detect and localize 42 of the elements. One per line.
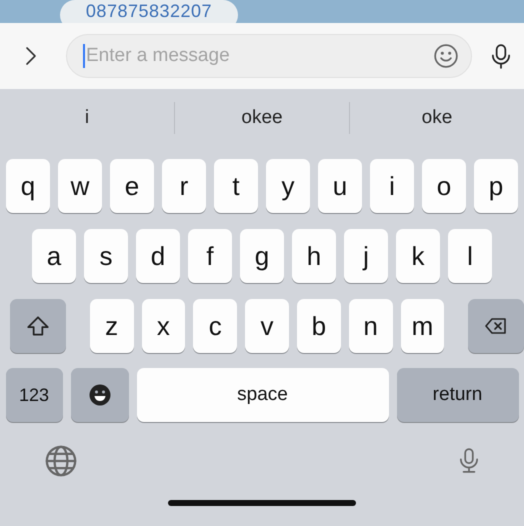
emoji-face-icon (86, 383, 112, 407)
letter-key[interactable]: g (240, 229, 284, 283)
letter-key[interactable]: t (214, 159, 258, 213)
globe-icon[interactable] (44, 444, 78, 478)
letter-key[interactable]: p (474, 159, 518, 213)
return-key[interactable]: return (396, 368, 518, 422)
message-field[interactable]: Enter a message (66, 34, 472, 78)
space-key[interactable]: space (136, 368, 388, 422)
letter-key[interactable]: h (292, 229, 336, 283)
letter-key[interactable]: o (422, 159, 466, 213)
smiley-icon[interactable] (433, 43, 459, 69)
shift-key[interactable] (10, 299, 66, 353)
suggestion[interactable]: okee (175, 101, 349, 135)
phone-number-link[interactable]: 087875832207 (86, 0, 212, 22)
letter-key[interactable]: m (400, 299, 444, 353)
letter-key[interactable]: l (448, 229, 492, 283)
message-input[interactable]: Enter a message (83, 44, 433, 68)
letter-key[interactable]: i (370, 159, 414, 213)
letter-key[interactable]: u (318, 159, 362, 213)
emoji-key[interactable] (70, 368, 128, 422)
letter-key[interactable]: v (245, 299, 289, 353)
letter-key[interactable]: z (90, 299, 134, 353)
letter-key[interactable]: a (32, 229, 76, 283)
letter-key[interactable]: k (396, 229, 440, 283)
letter-key[interactable]: e (110, 159, 154, 213)
letter-key[interactable]: b (296, 299, 341, 353)
letter-key[interactable]: r (162, 159, 206, 213)
suggestion[interactable]: i (0, 101, 174, 135)
letter-key[interactable]: f (188, 229, 232, 283)
letter-key[interactable]: w (58, 159, 102, 213)
shift-arrow-icon (24, 314, 51, 338)
suggestion[interactable]: oke (350, 101, 524, 135)
letter-key[interactable]: q (6, 159, 50, 213)
letter-key[interactable]: s (84, 229, 128, 283)
numbers-key[interactable]: 123 (6, 368, 62, 422)
letter-key[interactable]: j (344, 229, 388, 283)
letter-key[interactable]: y (266, 159, 310, 213)
backspace-key[interactable] (468, 299, 524, 353)
letter-key[interactable]: n (348, 299, 393, 353)
letter-key[interactable]: x (142, 299, 186, 353)
letter-key[interactable]: d (136, 229, 180, 283)
letter-key[interactable]: c (193, 299, 238, 353)
